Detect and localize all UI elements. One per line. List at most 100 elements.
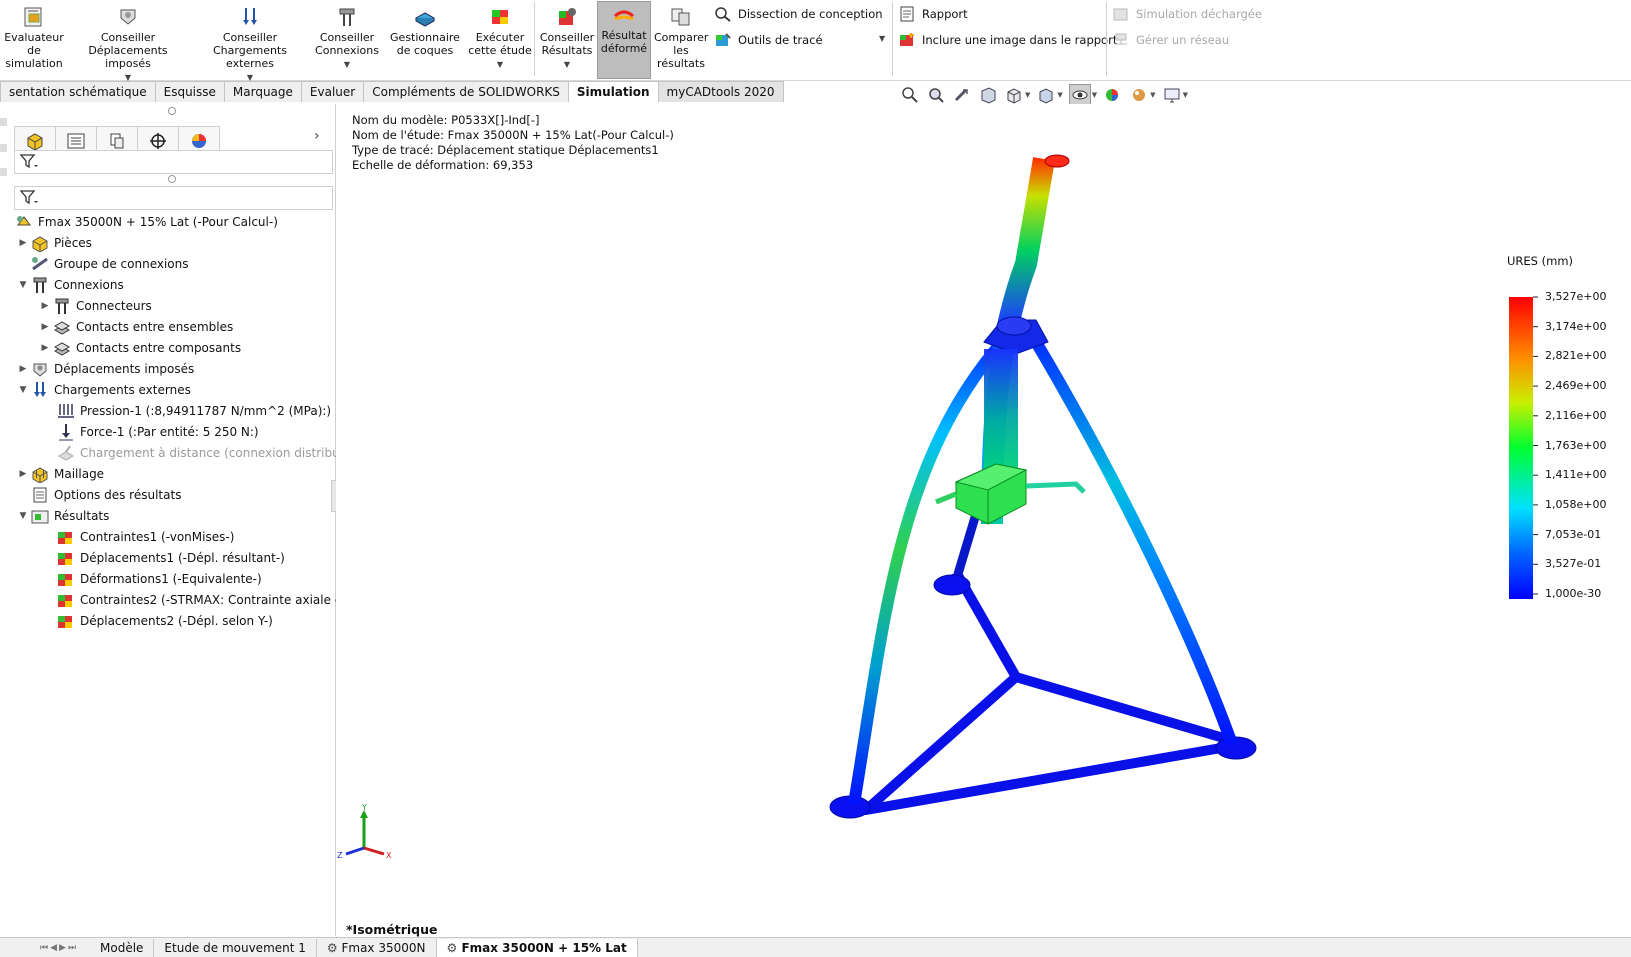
plot-tools-dropdown-icon[interactable]: ▼ bbox=[879, 34, 885, 43]
report-button[interactable]: Rapport bbox=[898, 6, 968, 22]
run-study-dropdown-icon[interactable]: ▼ bbox=[468, 58, 532, 71]
expand-arrow-icon[interactable]: ▶ bbox=[38, 301, 52, 311]
tree-item-mesh[interactable]: ▶ Maillage bbox=[16, 465, 104, 483]
connections-advisor-dropdown-icon[interactable]: ▼ bbox=[314, 58, 380, 71]
include-image-button[interactable]: Inclure une image dans le rapport bbox=[898, 32, 1117, 48]
external-loads-advisor-label: Conseiller Chargements externes bbox=[213, 31, 287, 70]
display-style-icon[interactable] bbox=[1036, 85, 1056, 105]
more-tabs-chevron-icon[interactable]: › bbox=[314, 128, 320, 144]
apply-scene-icon[interactable] bbox=[1129, 85, 1149, 105]
view-orientation-dropdown-icon[interactable]: ▼ bbox=[1025, 91, 1030, 99]
previous-view-icon[interactable] bbox=[952, 85, 972, 105]
tab-study-fmax-lat[interactable]: ⚙ Fmax 35000N + 15% Lat bbox=[436, 938, 638, 957]
section-view-icon[interactable] bbox=[978, 85, 998, 105]
tree-item-external-loads[interactable]: ▼ Chargements externes bbox=[16, 381, 191, 399]
collapse-arrow-icon[interactable]: ▼ bbox=[16, 511, 30, 521]
tree-item-connections[interactable]: ▼ Connexions bbox=[16, 276, 124, 294]
last-tab-icon[interactable]: ⏭ bbox=[68, 943, 76, 953]
graphics-viewport[interactable]: Nom du modèle: P0533X[]-Ind[-] Nom de l'… bbox=[336, 104, 1631, 937]
tree-item-remote-load[interactable]: Chargement à distance (connexion distrib… bbox=[56, 444, 363, 462]
hide-show-dropdown-icon[interactable]: ▼ bbox=[1092, 91, 1097, 99]
simulation-advisor-label: Evaluateur de simulation bbox=[4, 31, 64, 70]
expand-arrow-icon[interactable]: ▶ bbox=[38, 322, 52, 332]
tab-solidworks-addins[interactable]: Compléments de SOLIDWORKS bbox=[363, 81, 569, 102]
tree-item-label: Connexions bbox=[54, 278, 124, 292]
tree-filter-top[interactable] bbox=[14, 150, 333, 174]
tree-item-component-contacts[interactable]: ▶ Contacts entre composants bbox=[38, 339, 241, 357]
results-advisor-dropdown-icon[interactable]: ▼ bbox=[538, 58, 596, 71]
results-folder-icon bbox=[31, 510, 49, 524]
tree-item-label: Déplacements2 (-Dépl. selon Y-) bbox=[80, 614, 273, 628]
expand-arrow-icon[interactable]: ▶ bbox=[16, 364, 30, 374]
view-settings-icon[interactable] bbox=[1162, 85, 1182, 105]
tab-study-fmax[interactable]: ⚙ Fmax 35000N bbox=[317, 938, 437, 957]
legend-tick-label: 3,527e+00 bbox=[1545, 290, 1607, 303]
tab-scroll-buttons[interactable]: ⏮ ◀ ▶ ⏭ bbox=[0, 939, 90, 957]
prev-tab-icon[interactable]: ◀ bbox=[50, 943, 57, 953]
tab-simulation[interactable]: Simulation bbox=[567, 81, 659, 102]
display-style-dropdown-icon[interactable]: ▼ bbox=[1057, 91, 1062, 99]
splitter-handle[interactable] bbox=[168, 107, 176, 115]
tab-motion-study-1[interactable]: Etude de mouvement 1 bbox=[154, 938, 317, 957]
deformed-result-button[interactable]: Résultat déformé bbox=[597, 1, 651, 79]
tab-markup[interactable]: Marquage bbox=[223, 81, 302, 102]
report-icon bbox=[900, 6, 914, 22]
view-orientation-icon[interactable] bbox=[1004, 85, 1024, 105]
tree-root-study[interactable]: Fmax 35000N + 15% Lat (-Pour Calcul-) bbox=[14, 213, 278, 231]
tree-item-pressure-1[interactable]: Pression-1 (:8,94911787 N/mm^2 (MPa):) bbox=[56, 402, 331, 420]
expand-arrow-icon[interactable]: ▶ bbox=[38, 343, 52, 353]
zoom-area-icon[interactable] bbox=[926, 85, 946, 105]
tree-item-strain-1[interactable]: Déformations1 (-Equivalente-) bbox=[56, 570, 262, 588]
tab-mycadtools[interactable]: myCADtools 2020 bbox=[657, 81, 784, 102]
fixtures-advisor-button[interactable]: Conseiller Déplacements imposés ▼ bbox=[70, 4, 186, 84]
external-loads-advisor-button[interactable]: Conseiller Chargements externes ▼ bbox=[192, 4, 308, 84]
first-tab-icon[interactable]: ⏮ bbox=[40, 943, 48, 953]
tree-item-displacement-2[interactable]: Déplacements2 (-Dépl. selon Y-) bbox=[56, 612, 273, 630]
shell-manager-button[interactable]: Gestionnaire de coques bbox=[386, 4, 464, 57]
stress-plot-icon bbox=[58, 532, 72, 544]
expand-arrow-icon[interactable]: ▶ bbox=[16, 238, 30, 248]
splitter-handle[interactable] bbox=[168, 175, 176, 183]
tree-item-global-contacts[interactable]: ▶ Contacts entre ensembles bbox=[38, 318, 233, 336]
tab-schematic[interactable]: sentation schématique bbox=[0, 81, 156, 102]
tab-study-fmax-label: Fmax 35000N bbox=[341, 940, 426, 955]
expand-arrow-icon[interactable]: ▶ bbox=[16, 469, 30, 479]
results-advisor-button[interactable]: Conseiller Résultats ▼ bbox=[538, 4, 596, 71]
view-settings-dropdown-icon[interactable]: ▼ bbox=[1183, 91, 1188, 99]
compare-results-button[interactable]: Comparer les résultats bbox=[654, 4, 708, 70]
tree-filter-input[interactable] bbox=[14, 186, 333, 210]
connections-advisor-button[interactable]: Conseiller Connexions ▼ bbox=[314, 4, 380, 71]
tree-item-stress-1[interactable]: Contraintes1 (-vonMises-) bbox=[56, 528, 234, 546]
legend-tick-label: 1,000e-30 bbox=[1545, 587, 1602, 600]
ribbon-separator bbox=[534, 2, 535, 76]
hide-show-items-icon[interactable] bbox=[1068, 84, 1091, 106]
global-contacts-icon bbox=[53, 321, 71, 335]
tree-item-displacement-1[interactable]: Déplacements1 (-Dépl. résultant-) bbox=[56, 549, 285, 567]
tree-item-stress-2[interactable]: Contraintes2 (-STRMAX: Contrainte axiale… bbox=[56, 591, 366, 609]
deformed-result-label: Résultat déformé bbox=[600, 29, 648, 55]
tree-item-fixtures[interactable]: ▶ Déplacements imposés bbox=[16, 360, 194, 378]
tab-evaluate[interactable]: Evaluer bbox=[300, 81, 365, 102]
collapse-arrow-icon[interactable]: ▼ bbox=[16, 385, 30, 395]
tree-item-connectors[interactable]: ▶ Connecteurs bbox=[38, 297, 152, 315]
apply-scene-dropdown-icon[interactable]: ▼ bbox=[1150, 91, 1155, 99]
tree-item-force-1[interactable]: Force-1 (:Par entité: 5 250 N:) bbox=[56, 423, 259, 441]
tree-item-result-options[interactable]: Options des résultats bbox=[30, 486, 181, 504]
manage-network-button[interactable]: Gérer un réseau bbox=[1112, 32, 1229, 48]
unloaded-simulation-button[interactable]: Simulation déchargée bbox=[1112, 6, 1262, 22]
plot-tools-button[interactable]: Outils de tracé bbox=[714, 32, 823, 48]
tab-study-fmax-lat-label: Fmax 35000N + 15% Lat bbox=[461, 940, 627, 955]
simulation-advisor-button[interactable]: Evaluateur de simulation bbox=[4, 4, 64, 70]
tab-sketch[interactable]: Esquisse bbox=[154, 81, 225, 102]
tree-item-label: Groupe de connexions bbox=[54, 257, 189, 271]
zoom-to-fit-icon[interactable] bbox=[900, 85, 920, 105]
design-dissection-button[interactable]: Dissection de conception bbox=[714, 6, 883, 22]
tab-model[interactable]: Modèle bbox=[90, 938, 155, 957]
tree-item-connection-group[interactable]: Groupe de connexions bbox=[30, 255, 189, 273]
tree-item-results[interactable]: ▼ Résultats bbox=[16, 507, 109, 525]
run-study-button[interactable]: Exécuter cette étude ▼ bbox=[468, 4, 532, 71]
collapse-arrow-icon[interactable]: ▼ bbox=[16, 280, 30, 290]
edit-appearance-icon[interactable] bbox=[1103, 85, 1123, 105]
tree-item-parts[interactable]: ▶ Pièces bbox=[16, 234, 92, 252]
next-tab-icon[interactable]: ▶ bbox=[59, 943, 66, 953]
